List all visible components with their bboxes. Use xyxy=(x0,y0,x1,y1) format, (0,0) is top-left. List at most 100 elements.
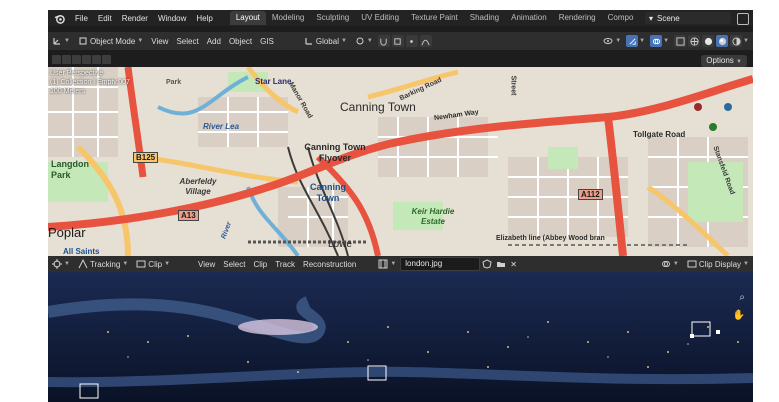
menu-view[interactable]: View xyxy=(147,37,172,46)
select-box-icon[interactable] xyxy=(62,55,71,64)
gizmo-icon[interactable] xyxy=(626,35,639,47)
select-intersect-icon[interactable] xyxy=(102,55,111,64)
menu-gis[interactable]: GIS xyxy=(256,37,278,46)
menu-window[interactable]: Window xyxy=(153,14,191,23)
label-keir-hardie-estate: Keir Hardie Estate xyxy=(411,207,455,226)
orientation-label: Global xyxy=(315,36,339,46)
clip-display-label: Clip Display xyxy=(698,259,742,269)
unlink-clip-icon[interactable]: ✕ xyxy=(508,260,519,269)
pivot-icon xyxy=(356,37,364,45)
london-night-image xyxy=(48,272,753,402)
label-street: Street xyxy=(509,75,517,96)
visibility-dropdown[interactable]: ▼ xyxy=(599,36,625,46)
rendered-shading-icon[interactable] xyxy=(730,35,743,47)
mode-label: Object Mode xyxy=(89,36,136,46)
overlays-icon[interactable] xyxy=(650,35,663,47)
label-tollgate-road: Tollgate Road xyxy=(633,130,686,139)
label-canning-station: Canning Town xyxy=(310,182,346,203)
film-icon xyxy=(378,259,388,269)
xray-icon[interactable] xyxy=(674,35,687,47)
map-viewport[interactable]: Star Lane Manor Road Barking Road Street… xyxy=(48,67,753,256)
clip-menu-clip[interactable]: Clip xyxy=(249,260,271,269)
tab-shading[interactable]: Shading xyxy=(464,11,505,25)
pivot-dropdown[interactable]: ▼ xyxy=(351,36,377,46)
tab-texture-paint[interactable]: Texture Paint xyxy=(405,11,464,25)
tab-animation[interactable]: Animation xyxy=(505,11,553,25)
scene-name: Scene xyxy=(657,13,680,23)
clip-editor-header: ▼ Tracking ▼ Clip ▼ View Select Clip Track… xyxy=(48,256,753,272)
clip-view[interactable]: ⌕ ✋ xyxy=(48,272,753,402)
menu-render[interactable]: Render xyxy=(117,14,153,23)
scale-text: 100 Meters xyxy=(50,88,86,95)
object-mode-icon xyxy=(79,37,87,45)
label-poplar: Poplar xyxy=(48,225,86,240)
clip-overlay-dropdown[interactable]: ▼ xyxy=(657,259,683,269)
label-canning-town: Canning Town xyxy=(340,100,416,114)
new-scene-icon[interactable] xyxy=(737,13,749,25)
scene-icon: ▾ xyxy=(649,13,654,23)
material-shading-icon[interactable] xyxy=(716,35,729,47)
menu-edit[interactable]: Edit xyxy=(93,14,117,23)
movie-clip-editor-icon xyxy=(52,259,62,269)
clip-view-dropdown[interactable]: Clip ▼ xyxy=(132,259,174,269)
clip-menu-select[interactable]: Select xyxy=(219,260,249,269)
menu-help[interactable]: Help xyxy=(191,14,217,23)
tab-rendering[interactable]: Rendering xyxy=(553,11,602,25)
label-elizabeth-line: Elizabeth line (Abbey Wood bran xyxy=(496,235,605,242)
mode-dropdown[interactable]: Object Mode ▼ xyxy=(74,36,147,46)
zoom-icon[interactable]: ⌕ xyxy=(739,292,745,303)
label-lowe: Lowe xyxy=(328,239,352,250)
clip-filename-field[interactable]: london.jpg xyxy=(400,257,481,271)
tab-modeling[interactable]: Modeling xyxy=(266,11,310,25)
clip-menu-track[interactable]: Track xyxy=(271,260,299,269)
clip-editor-type-dropdown[interactable]: ▼ xyxy=(48,259,74,269)
axes-icon xyxy=(53,38,60,45)
label-canning-town-flyover: Canning Town Flyover xyxy=(304,142,366,163)
menu-select[interactable]: Select xyxy=(172,37,202,46)
clip-display-dropdown[interactable]: Clip Display ▼ xyxy=(683,259,753,269)
options-button[interactable]: Options ▼ xyxy=(701,55,747,67)
open-folder-icon[interactable] xyxy=(494,259,508,269)
menu-object[interactable]: Object xyxy=(225,37,256,46)
clip-display-icon xyxy=(687,260,697,268)
fake-user-icon[interactable] xyxy=(480,259,494,269)
clip-browse-dropdown[interactable]: ▼ xyxy=(374,259,400,269)
select-invert-icon[interactable] xyxy=(92,55,101,64)
clip-menu-reconstruction[interactable]: Reconstruction xyxy=(299,260,360,269)
transform-orientation-icon xyxy=(305,38,312,45)
falloff-icon[interactable] xyxy=(419,35,432,47)
shield-a13: A13 xyxy=(178,210,199,221)
snap-icon[interactable] xyxy=(377,35,390,47)
label-star-lane: Star Lane xyxy=(255,77,292,86)
tracking-mode-label: Tracking xyxy=(89,259,121,269)
view-name: User Perspective xyxy=(50,70,104,77)
select-extend-icon[interactable] xyxy=(72,55,81,64)
pan-hand-icon[interactable]: ✋ xyxy=(733,310,745,321)
select-subtract-icon[interactable] xyxy=(82,55,91,64)
tab-layout[interactable]: Layout xyxy=(229,11,266,25)
proportional-edit-icon[interactable] xyxy=(405,35,418,47)
wireframe-shading-icon[interactable] xyxy=(688,35,701,47)
blender-logo-icon[interactable] xyxy=(52,11,66,25)
menu-add[interactable]: Add xyxy=(203,37,225,46)
label-all-saints: All Saints xyxy=(63,247,100,256)
orientation-dropdown[interactable]: Global ▼ xyxy=(300,36,351,46)
tab-sculpting[interactable]: Sculpting xyxy=(310,11,355,25)
snap-target-icon[interactable] xyxy=(391,35,404,47)
tracking-mode-dropdown[interactable]: Tracking ▼ xyxy=(74,259,132,269)
select-tool-icon[interactable] xyxy=(52,55,61,64)
clip-menu-view[interactable]: View xyxy=(194,260,219,269)
tab-uv-editing[interactable]: UV Editing xyxy=(355,11,405,25)
blender-window: File Edit Render Window Help Layout Mode… xyxy=(48,10,753,402)
view3d-header: ▼ Object Mode ▼ View Select Add Object GI… xyxy=(48,32,753,50)
label-aberfeldy-village: Aberfeldy Village xyxy=(179,177,217,196)
viewport-info: User Perspective (1) Collection | Empty.… xyxy=(50,69,130,96)
menu-file[interactable]: File xyxy=(70,14,93,23)
editor-type-dropdown[interactable]: ▼ xyxy=(48,36,74,46)
scene-selector[interactable]: ▾ Scene xyxy=(645,12,731,24)
options-label: Options xyxy=(706,56,734,65)
solid-shading-icon[interactable] xyxy=(702,35,715,47)
shading-options-icon[interactable]: ▼ xyxy=(743,38,749,44)
tab-compositing[interactable]: Compo xyxy=(602,11,640,25)
top-menu-bar: File Edit Render Window Help Layout Mode… xyxy=(48,10,753,26)
